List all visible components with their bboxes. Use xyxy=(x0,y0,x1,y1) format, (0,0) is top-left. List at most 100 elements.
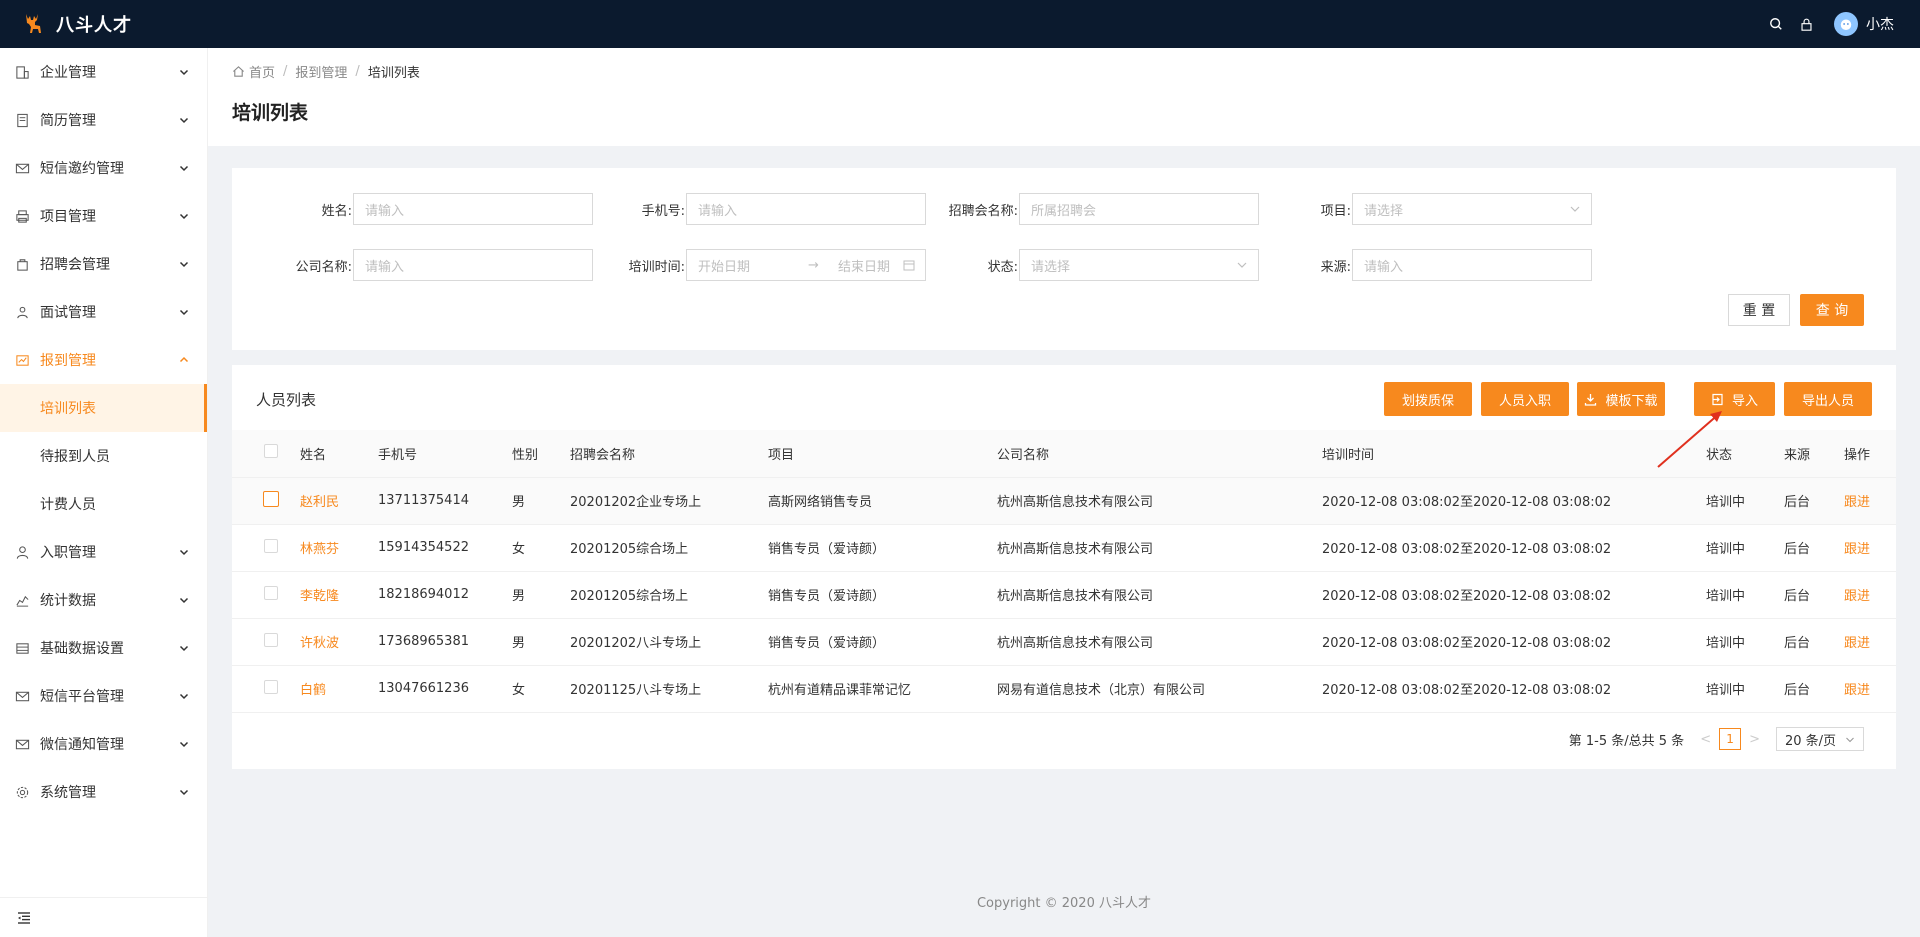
row-checkbox[interactable] xyxy=(263,490,279,507)
breadcrumb-separator: / xyxy=(283,64,288,79)
cell-source: 后台 xyxy=(1784,495,1811,510)
cell-source: 后台 xyxy=(1784,683,1811,698)
app-name: 八斗人才 xyxy=(56,15,132,36)
follow-up-link[interactable]: 跟进 xyxy=(1844,589,1870,604)
search-icon[interactable] xyxy=(1768,16,1784,32)
follow-up-link[interactable]: 跟进 xyxy=(1844,542,1870,557)
sidebar-item-10[interactable]: 基础数据设置 xyxy=(0,624,207,672)
col-phone[interactable]: 手机号 xyxy=(378,430,512,477)
table-row[interactable]: 林燕芬 15914354522 女 20201205综合场上 销售专员（爱诗颜） 杭州高斯… xyxy=(232,524,1896,571)
person-name-link[interactable]: 李乾隆 xyxy=(300,589,339,604)
sidebar-item-11[interactable]: 短信平台管理 xyxy=(0,672,207,720)
col-source[interactable]: 来源 xyxy=(1784,430,1844,477)
cell-project: 销售专员（爱诗颜） xyxy=(768,636,886,651)
mail-icon xyxy=(14,736,30,752)
breadcrumb-home[interactable]: 首页 xyxy=(249,62,275,81)
onboard-button[interactable]: 人员入职 xyxy=(1481,382,1569,416)
logo[interactable]: 八斗人才 xyxy=(0,0,132,48)
prev-page-icon[interactable]: < xyxy=(1700,732,1711,747)
fair-input[interactable]: 所属招聘会 xyxy=(1019,193,1259,225)
project-select[interactable]: 请选择 xyxy=(1352,193,1592,225)
table-row[interactable]: 李乾隆 18218694012 男 20201205综合场上 销售专员（爱诗颜） 杭州高斯… xyxy=(232,571,1896,618)
username[interactable]: 小杰 xyxy=(1866,14,1894,34)
sidebar-item-4[interactable]: 项目管理 xyxy=(0,192,207,240)
sidebar-item-7[interactable]: 报到管理 xyxy=(0,336,207,384)
menu-fold-icon xyxy=(18,911,30,924)
source-input[interactable]: 请输入 xyxy=(1352,249,1592,281)
person-name-link[interactable]: 赵利民 xyxy=(300,495,339,510)
cell-status: 培训中 xyxy=(1706,542,1746,557)
reset-button[interactable]: 重 置 xyxy=(1728,294,1790,326)
cell-source: 后台 xyxy=(1784,542,1811,557)
col-company[interactable]: 公司名称 xyxy=(997,430,1322,477)
page-number-current[interactable]: 1 xyxy=(1719,728,1742,750)
sidebar-item-1[interactable]: 企业管理 xyxy=(0,48,207,96)
page-size-select[interactable]: 20 条/页 xyxy=(1776,727,1864,751)
date-range-picker[interactable]: 开始日期 → 结束日期 xyxy=(686,249,926,281)
chevron-down-icon xyxy=(179,213,189,220)
person-name-link[interactable]: 白鹤 xyxy=(300,683,326,698)
cell-company: 网易有道信息技术（北京）有限公司 xyxy=(997,683,1206,698)
breadcrumb-parent[interactable]: 报到管理 xyxy=(295,62,347,81)
table-row[interactable]: 白鹤 13047661236 女 20201125八斗专场上 杭州有道精品课菲常记忆 网易… xyxy=(232,665,1896,712)
follow-up-link[interactable]: 跟进 xyxy=(1844,495,1870,510)
stats-icon xyxy=(14,592,30,608)
phone-input[interactable]: 请输入 xyxy=(686,193,926,225)
sidebar-item-6[interactable]: 面试管理 xyxy=(0,288,207,336)
col-operation: 操作 xyxy=(1844,447,1871,463)
sidebar: 企业管理 简历管理 短信邀约管理 项目管理 招聘会管理 面试管理报到管理培训列表 待报到人员… xyxy=(0,48,208,937)
sidebar-item-label: 短信平台管理 xyxy=(40,689,124,705)
sidebar-item-5[interactable]: 招聘会管理 xyxy=(0,240,207,288)
name-input[interactable]: 请输入 xyxy=(353,193,593,225)
company-input[interactable]: 请输入 xyxy=(353,249,593,281)
col-project[interactable]: 项目 xyxy=(768,430,997,477)
export-button[interactable]: 导出人员 xyxy=(1784,382,1872,416)
row-checkbox[interactable] xyxy=(264,679,278,694)
sidebar-item-3[interactable]: 短信邀约管理 xyxy=(0,144,207,192)
follow-up-link[interactable]: 跟进 xyxy=(1844,636,1870,651)
sidebar-subitem-3[interactable]: 计费人员 xyxy=(0,480,207,528)
next-page-icon[interactable]: > xyxy=(1749,732,1760,747)
table-row[interactable]: 赵利民 13711375414 男 20201202企业专场上 高斯网络销售专员 杭州高斯… xyxy=(232,477,1896,524)
col-training-time[interactable]: 培训时间 xyxy=(1322,430,1706,477)
person-name-link[interactable]: 许秋波 xyxy=(300,636,339,651)
select-all-checkbox[interactable] xyxy=(264,444,278,459)
personnel-list-card: 人员列表 划拨质保 人员入职 模板下载 导入 导出人员 姓名 手机号 性别 招聘… xyxy=(232,365,1896,769)
cell-status: 培训中 xyxy=(1706,495,1746,510)
row-checkbox[interactable] xyxy=(264,585,278,600)
sidebar-subitem-2[interactable]: 待报到人员 xyxy=(0,432,207,480)
lock-icon[interactable] xyxy=(1798,16,1814,32)
query-button[interactable]: 查 询 xyxy=(1800,294,1864,326)
transfer-warranty-button[interactable]: 划拨质保 xyxy=(1384,382,1472,416)
sidebar-item-9[interactable]: 统计数据 xyxy=(0,576,207,624)
row-checkbox[interactable] xyxy=(264,632,278,647)
time-label: 培训时间: xyxy=(628,259,685,275)
start-date-input[interactable]: 开始日期 xyxy=(698,256,808,275)
breadcrumb: 首页 / 报到管理 / 培训列表 xyxy=(232,62,420,81)
col-name[interactable]: 姓名 xyxy=(300,430,378,477)
follow-up-link[interactable]: 跟进 xyxy=(1844,683,1870,698)
person-name-link[interactable]: 林燕芬 xyxy=(300,542,339,557)
sidebar-item-2[interactable]: 简历管理 xyxy=(0,96,207,144)
printer-icon xyxy=(14,208,30,224)
sidebar-item-label: 报到管理 xyxy=(40,353,96,369)
col-fair[interactable]: 招聘会名称 xyxy=(570,430,768,477)
sidebar-subitem-1[interactable]: 培训列表 xyxy=(0,384,207,432)
status-select[interactable]: 请选择 xyxy=(1019,249,1259,281)
cell-training-time: 2020-12-08 03:08:02至2020-12-08 03:08:02 xyxy=(1322,542,1612,557)
collapse-menu-button[interactable] xyxy=(0,897,207,937)
sidebar-item-13[interactable]: 系统管理 xyxy=(0,768,207,816)
chevron-down-icon xyxy=(179,261,189,268)
cell-training-time: 2020-12-08 03:08:02至2020-12-08 03:08:02 xyxy=(1322,495,1612,510)
col-gender[interactable]: 性别 xyxy=(512,430,570,477)
page-header: 首页 / 报到管理 / 培训列表 培训列表 xyxy=(208,48,1920,146)
avatar[interactable] xyxy=(1834,12,1858,36)
table-row[interactable]: 许秋波 17368965381 男 20201202八斗专场上 销售专员（爱诗颜） 杭州高… xyxy=(232,618,1896,665)
sidebar-item-12[interactable]: 微信通知管理 xyxy=(0,720,207,768)
end-date-input[interactable]: 结束日期 xyxy=(838,256,890,275)
sidebar-item-8[interactable]: 入职管理 xyxy=(0,528,207,576)
row-checkbox[interactable] xyxy=(264,538,278,553)
chevron-down-icon xyxy=(179,645,189,652)
cell-gender: 男 xyxy=(512,495,526,510)
cell-fair: 20201125八斗专场上 xyxy=(570,683,702,698)
